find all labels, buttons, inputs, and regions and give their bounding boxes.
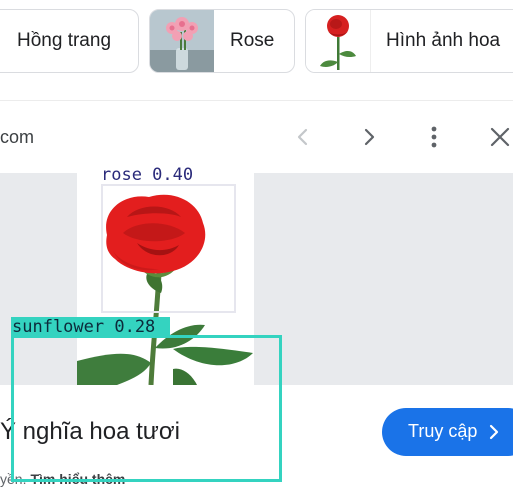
more-options-button[interactable] [416,119,452,155]
chevron-left-icon [297,128,308,146]
chip-thumbnail-red-rose [306,10,371,72]
more-vert-icon [431,126,437,148]
close-icon [490,127,510,147]
chip-fade [504,10,513,72]
detection-label-sunflower: sunflower 0.28 [11,317,170,337]
related-chip-rose[interactable]: Rose [149,9,295,73]
detection-label-rose: rose 0.40 [101,165,194,185]
detection-box-sunflower [11,335,282,482]
chip-label: Hình ảnh hoa [386,30,501,51]
visit-button-label: Truy cập [408,421,478,441]
chip-thumbnail-bouquet [150,10,214,72]
related-chip-hong-trang[interactable]: Hồng trang [0,9,139,73]
related-searches-bar: Hồng trang Rose Hình ảnh hoa [0,0,513,92]
source-domain[interactable]: com [0,127,34,148]
chip-label: Hồng trang [17,30,112,51]
visit-button[interactable]: Truy cập [382,408,513,456]
detection-box-rose [101,184,236,313]
chip-label: Rose [230,30,275,51]
previous-image-button[interactable] [285,119,321,155]
next-image-button[interactable] [351,119,387,155]
related-chip-hinh-anh-hoa[interactable]: Hình ảnh hoa [305,9,513,73]
chevron-right-icon [364,128,375,146]
chevron-right-icon [489,424,499,440]
close-viewer-button[interactable] [482,119,513,155]
